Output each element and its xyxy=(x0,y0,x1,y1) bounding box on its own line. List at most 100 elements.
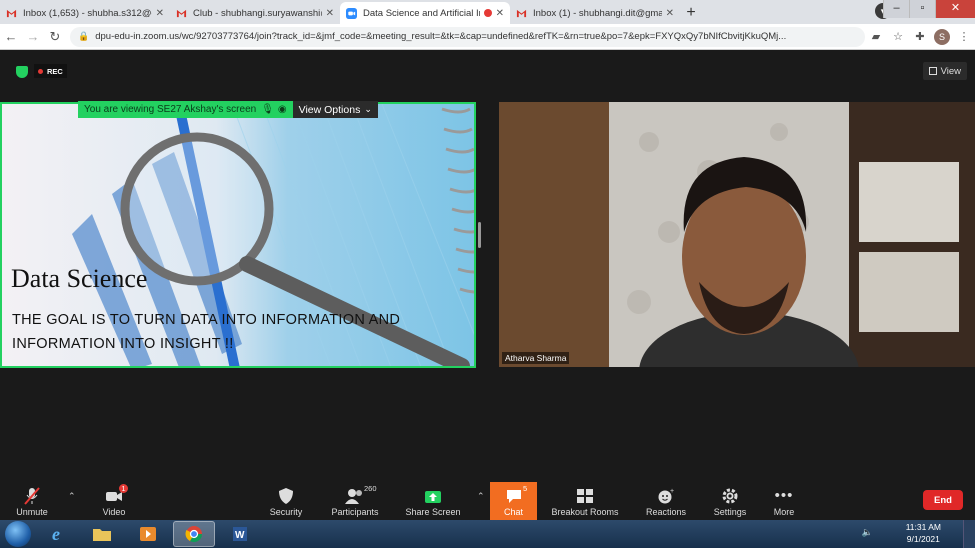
view-layout-icon xyxy=(928,67,937,75)
svg-text:+: + xyxy=(670,488,674,495)
close-tab-icon[interactable]: ✕ xyxy=(326,8,334,19)
recording-badge: REC xyxy=(34,64,67,78)
close-window-button[interactable]: ✕ xyxy=(935,0,975,18)
more-button[interactable]: ••• More xyxy=(766,482,802,520)
video-label: Video xyxy=(102,507,126,517)
view-options-label: View Options xyxy=(298,103,361,116)
audio-options-caret-icon[interactable]: ⌃ xyxy=(68,491,76,502)
breakout-label: Breakout Rooms xyxy=(551,507,619,517)
unmute-label: Unmute xyxy=(16,507,48,517)
chat-label: Chat xyxy=(503,507,523,517)
windows-taskbar: e W xyxy=(0,520,975,548)
forward-arrow-icon[interactable]: → xyxy=(22,29,44,44)
media-player-icon[interactable] xyxy=(127,521,169,547)
windows-start-button[interactable] xyxy=(5,521,31,547)
tab-label: Inbox (1,653) - shubha.s312@gm xyxy=(23,7,152,19)
slide-subtitle: THE GOAL IS TO TURN DATA INTO INFORMATIO… xyxy=(12,312,401,352)
close-tab-icon[interactable]: ✕ xyxy=(496,8,504,19)
share-screen-button[interactable]: Share Screen xyxy=(404,482,462,520)
smiley-plus-icon: + xyxy=(658,488,674,504)
share-screen-icon xyxy=(425,491,441,503)
url-text: dpu-edu-in.zoom.us/wc/92703773764/join?t… xyxy=(95,31,787,42)
profile-avatar[interactable]: S xyxy=(934,28,950,45)
tab-label: Data Science and Artificial In xyxy=(363,7,480,19)
window-controls: – ▫ ✕ xyxy=(883,0,975,18)
chat-badge: 5 xyxy=(523,484,528,493)
participant-video-tile xyxy=(499,102,975,367)
security-button[interactable]: Security xyxy=(266,482,306,520)
settings-button[interactable]: Settings xyxy=(710,482,750,520)
chat-button[interactable]: 5 Chat xyxy=(490,482,537,520)
rec-label: REC xyxy=(47,66,63,76)
viewing-screen-notice: You are viewing SE27 Akshay's screen 🎙 ◉ xyxy=(78,101,293,118)
screen-share-banner: You are viewing SE27 Akshay's screen 🎙 ◉… xyxy=(78,101,378,118)
participants-count: 260 xyxy=(364,484,377,493)
shield-icon xyxy=(279,488,293,504)
taskbar-clock[interactable]: 11:31 AM 9/1/2021 xyxy=(906,521,941,545)
browser-tab-strip: Inbox (1,653) - shubha.s312@gm ✕ Club - … xyxy=(0,0,975,24)
tab-gmail-inbox-1[interactable]: Inbox (1,653) - shubha.s312@gm ✕ xyxy=(0,2,170,24)
security-label: Security xyxy=(269,507,303,517)
recording-indicator-icon xyxy=(483,9,492,17)
extensions-puzzle-icon[interactable]: ✚ xyxy=(909,30,931,43)
clock-date: 9/1/2021 xyxy=(906,534,940,544)
participant-video-image xyxy=(499,102,975,367)
splitter-handle[interactable] xyxy=(478,222,481,248)
back-arrow-icon[interactable]: ← xyxy=(0,29,22,44)
more-label: More xyxy=(773,507,795,517)
file-explorer-icon[interactable] xyxy=(81,521,123,547)
internet-explorer-icon[interactable]: e xyxy=(35,521,77,547)
breakout-rooms-button[interactable]: Breakout Rooms xyxy=(549,482,621,520)
word-icon[interactable]: W xyxy=(219,521,261,547)
reactions-button[interactable]: + Reactions xyxy=(644,482,688,520)
chrome-taskbar-icon[interactable] xyxy=(173,521,215,547)
slide-title: Data Science xyxy=(11,264,148,293)
encryption-shield-icon[interactable] xyxy=(16,66,28,78)
participants-icon xyxy=(345,489,362,504)
participant-name-label: Atharva Sharma xyxy=(502,352,570,364)
video-button[interactable]: 1 Video xyxy=(98,482,130,520)
clock-time: 11:31 AM xyxy=(905,522,941,532)
participants-button[interactable]: 260 Participants xyxy=(328,482,382,520)
end-meeting-button[interactable]: End xyxy=(923,490,963,510)
share-screen-label: Share Screen xyxy=(405,507,461,517)
share-options-caret-icon[interactable]: ⌃ xyxy=(477,491,485,502)
gmail-icon xyxy=(516,9,527,17)
view-layout-button[interactable]: View xyxy=(922,62,967,80)
speaker-tray-icon[interactable]: 🔈 xyxy=(862,527,873,538)
video-badge: 1 xyxy=(119,484,128,493)
reload-icon[interactable]: ↻ xyxy=(44,29,66,45)
chevron-down-icon: ⌄ xyxy=(364,104,372,114)
zoom-icon xyxy=(346,7,357,19)
view-options-button[interactable]: View Options ⌄ xyxy=(292,101,378,118)
unmute-button[interactable]: Unmute xyxy=(12,482,52,520)
chat-bubble-icon xyxy=(506,490,521,503)
reactions-label: Reactions xyxy=(645,507,687,517)
show-desktop-button[interactable] xyxy=(963,520,975,548)
camera-permission-icon[interactable]: ▰ xyxy=(865,30,887,43)
shared-screen: Data Science THE GOAL IS TO TURN DATA IN… xyxy=(0,102,476,368)
new-tab-button[interactable]: + xyxy=(680,2,702,24)
url-field[interactable]: 🔒 dpu-edu-in.zoom.us/wc/92703773764/join… xyxy=(70,26,865,47)
close-tab-icon[interactable]: ✕ xyxy=(156,8,164,19)
maximize-button[interactable]: ▫ xyxy=(909,0,935,18)
gmail-icon xyxy=(6,9,17,17)
settings-label: Settings xyxy=(713,507,747,517)
breakout-rooms-icon xyxy=(577,489,593,503)
gmail-icon xyxy=(176,9,187,17)
viewing-text: You are viewing SE27 Akshay's screen xyxy=(84,104,257,115)
minimize-button[interactable]: – xyxy=(883,0,909,18)
address-bar-row: ← → ↻ 🔒 dpu-edu-in.zoom.us/wc/9270377376… xyxy=(0,24,975,50)
close-tab-icon[interactable]: ✕ xyxy=(666,8,674,19)
mic-icon: 🎙 xyxy=(261,104,274,115)
participants-label: Participants xyxy=(331,507,379,517)
status-circle-icon: ◉ xyxy=(277,104,287,115)
svg-text:W: W xyxy=(235,530,245,541)
tab-zoom-meeting[interactable]: Data Science and Artificial In ✕ xyxy=(340,2,510,24)
chrome-menu-icon[interactable]: ⋮ xyxy=(953,30,975,43)
tab-gmail-club[interactable]: Club - shubhangi.suryawanshi@ ✕ xyxy=(170,2,340,24)
tab-label: Club - shubhangi.suryawanshi@ xyxy=(193,7,322,19)
tab-gmail-inbox-2[interactable]: Inbox (1) - shubhangi.dit@gmail ✕ xyxy=(510,2,680,24)
tab-label: Inbox (1) - shubhangi.dit@gmail xyxy=(533,7,662,19)
bookmark-star-icon[interactable]: ☆ xyxy=(887,30,909,43)
